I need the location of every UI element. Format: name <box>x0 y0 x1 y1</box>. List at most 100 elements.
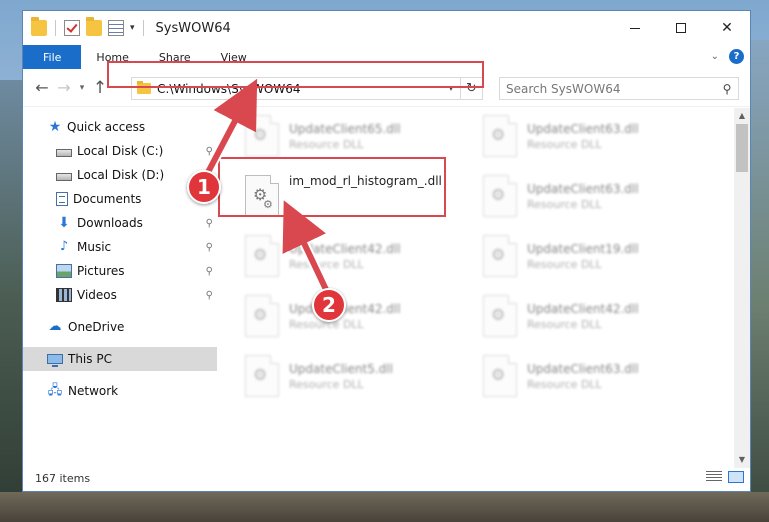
sidebar-item-onedrive[interactable]: ☁ OneDrive <box>23 315 217 339</box>
search-icon[interactable]: ⚲ <box>716 82 738 96</box>
sidebar-item-label: Documents <box>73 192 142 206</box>
pictures-icon <box>56 264 72 278</box>
quick-access-toolbar: ▾ <box>23 17 146 36</box>
file-item[interactable]: ⚙ UpdateClient65.dll Resource DLL <box>245 110 465 162</box>
file-name: UpdateClient42.dll <box>289 241 401 256</box>
dll-file-icon: ⚙ <box>483 175 517 217</box>
dll-file-icon: ⚙ <box>245 295 279 337</box>
wallpaper-left <box>0 80 24 522</box>
drive-icon <box>56 148 72 157</box>
music-icon: ♪ <box>59 239 69 254</box>
pin-icon[interactable]: ⚲ <box>206 266 213 277</box>
file-highlight-box <box>218 157 446 217</box>
sidebar-item-this-pc[interactable]: This PC <box>23 347 217 371</box>
customize-toolbar-chevron-icon[interactable]: ▾ <box>130 23 135 33</box>
close-button[interactable]: ✕ <box>704 11 750 45</box>
sidebar-item-label: Local Disk (C:) <box>77 144 164 158</box>
sidebar-item-local-disk-c[interactable]: Local Disk (C:) ⚲ <box>23 139 217 163</box>
sidebar-item-label: Pictures <box>77 264 125 278</box>
file-type: Resource DLL <box>289 317 364 331</box>
file-item[interactable]: ⚙ UpdateClient42.dllResource DLL <box>483 290 703 342</box>
expand-ribbon-chevron-icon[interactable]: ⌄ <box>711 51 719 62</box>
gear-icon: ⚙ <box>253 125 268 144</box>
sidebar-item-label: Videos <box>77 288 117 302</box>
gear-icon: ⚙ <box>491 125 506 144</box>
close-icon: ✕ <box>721 20 733 36</box>
help-icon[interactable]: ? <box>729 49 744 64</box>
file-item[interactable]: ⚙ UpdateClient63.dll Resource DLL <box>483 110 703 162</box>
view-switcher <box>706 471 744 483</box>
sidebar-item-videos[interactable]: Videos ⚲ <box>23 283 217 307</box>
maximize-button[interactable] <box>658 11 704 45</box>
dll-file-icon: ⚙ <box>483 295 517 337</box>
file-name: UpdateClient42.dll <box>527 301 639 316</box>
forward-button[interactable]: → <box>53 78 75 97</box>
file-item[interactable]: ⚙ UpdateClient19.dll Resource DLL <box>483 230 703 282</box>
pin-icon[interactable]: ⚲ <box>206 146 213 157</box>
scroll-up-chevron-icon[interactable]: ▲ <box>734 108 750 124</box>
folder-icon <box>31 17 47 36</box>
sidebar-item-label: Downloads <box>77 216 143 230</box>
item-count: 167 items <box>35 472 91 485</box>
ribbon-controls: ⌄ ? <box>711 49 744 64</box>
address-highlight-box <box>107 61 484 88</box>
toolbar-divider <box>55 20 56 36</box>
network-icon: 🖧 <box>47 383 63 398</box>
pin-icon[interactable]: ⚲ <box>206 242 213 253</box>
file-type: Resource DLL <box>527 317 602 331</box>
sidebar-item-label: OneDrive <box>68 320 125 334</box>
toolbar-divider <box>142 20 144 36</box>
file-item[interactable]: ⚙ UpdateClient63.dll Resource DLL <box>483 350 703 402</box>
properties-icon[interactable] <box>108 20 124 36</box>
sidebar-item-pictures[interactable]: Pictures ⚲ <box>23 259 217 283</box>
sidebar-item-network[interactable]: 🖧 Network <box>23 379 217 403</box>
sidebar-item-label: This PC <box>68 352 112 366</box>
file-type: Resource DLL <box>527 197 602 211</box>
gear-icon: ⚙ <box>491 185 506 204</box>
vertical-scrollbar[interactable]: ▲ ▼ <box>734 108 750 468</box>
sidebar-item-label: Music <box>77 240 112 254</box>
file-item[interactable]: ⚙ UpdateClient63.dll Resource DLL <box>483 170 703 222</box>
documents-icon <box>56 192 68 206</box>
sidebar-item-downloads[interactable]: ⬇ Downloads ⚲ <box>23 211 217 235</box>
new-folder-icon[interactable] <box>86 17 102 36</box>
file-type: Resource DLL <box>289 257 364 271</box>
gear-icon: ⚙ <box>491 365 506 384</box>
tab-file[interactable]: File <box>23 45 82 69</box>
search-box[interactable]: ⚲ <box>499 77 739 100</box>
title-bar: ▾ SysWOW64 ✕ <box>23 11 750 45</box>
checkmark-icon[interactable] <box>64 20 80 36</box>
window-controls: ✕ <box>612 11 750 45</box>
recent-locations-chevron-icon[interactable]: ▾ <box>75 83 89 93</box>
search-input[interactable] <box>506 81 716 96</box>
tiles-view-icon[interactable] <box>728 471 744 483</box>
file-name: UpdateClient65.dll <box>289 121 401 136</box>
scrollbar-thumb[interactable] <box>736 124 748 172</box>
minimize-button[interactable] <box>612 11 658 45</box>
file-item[interactable]: ⚙ UpdateClient42.dllResource DLL <box>245 290 465 342</box>
cloud-icon: ☁ <box>48 319 62 334</box>
step-badge-2: 2 <box>312 288 346 322</box>
sidebar-item-label: Network <box>68 384 119 398</box>
drive-icon <box>56 172 72 181</box>
file-type: Resource DLL <box>527 137 602 151</box>
pin-icon[interactable]: ⚲ <box>206 218 213 229</box>
gear-icon: ⚙ <box>253 365 268 384</box>
file-type: Resource DLL <box>289 377 364 391</box>
download-icon: ⬇ <box>58 215 70 231</box>
videos-icon <box>56 288 72 302</box>
sidebar-item-label: Quick access <box>67 120 146 134</box>
file-type: Resource DLL <box>527 257 602 271</box>
gear-icon: ⚙ <box>253 305 268 324</box>
file-item[interactable]: ⚙ UpdateClient42.dllResource DLL <box>245 230 465 282</box>
sidebar-item-music[interactable]: ♪ Music ⚲ <box>23 235 217 259</box>
dll-file-icon: ⚙ <box>483 115 517 157</box>
minimize-icon <box>630 27 640 29</box>
file-name: UpdateClient63.dll <box>527 181 639 196</box>
file-item[interactable]: ⚙ UpdateClient5.dll Resource DLL <box>245 350 465 402</box>
sidebar-item-quick-access[interactable]: ★ Quick access <box>23 115 217 139</box>
dll-file-icon: ⚙ <box>245 235 279 277</box>
pin-icon[interactable]: ⚲ <box>206 290 213 301</box>
back-button[interactable]: ← <box>31 78 53 97</box>
details-view-icon[interactable] <box>706 471 722 483</box>
